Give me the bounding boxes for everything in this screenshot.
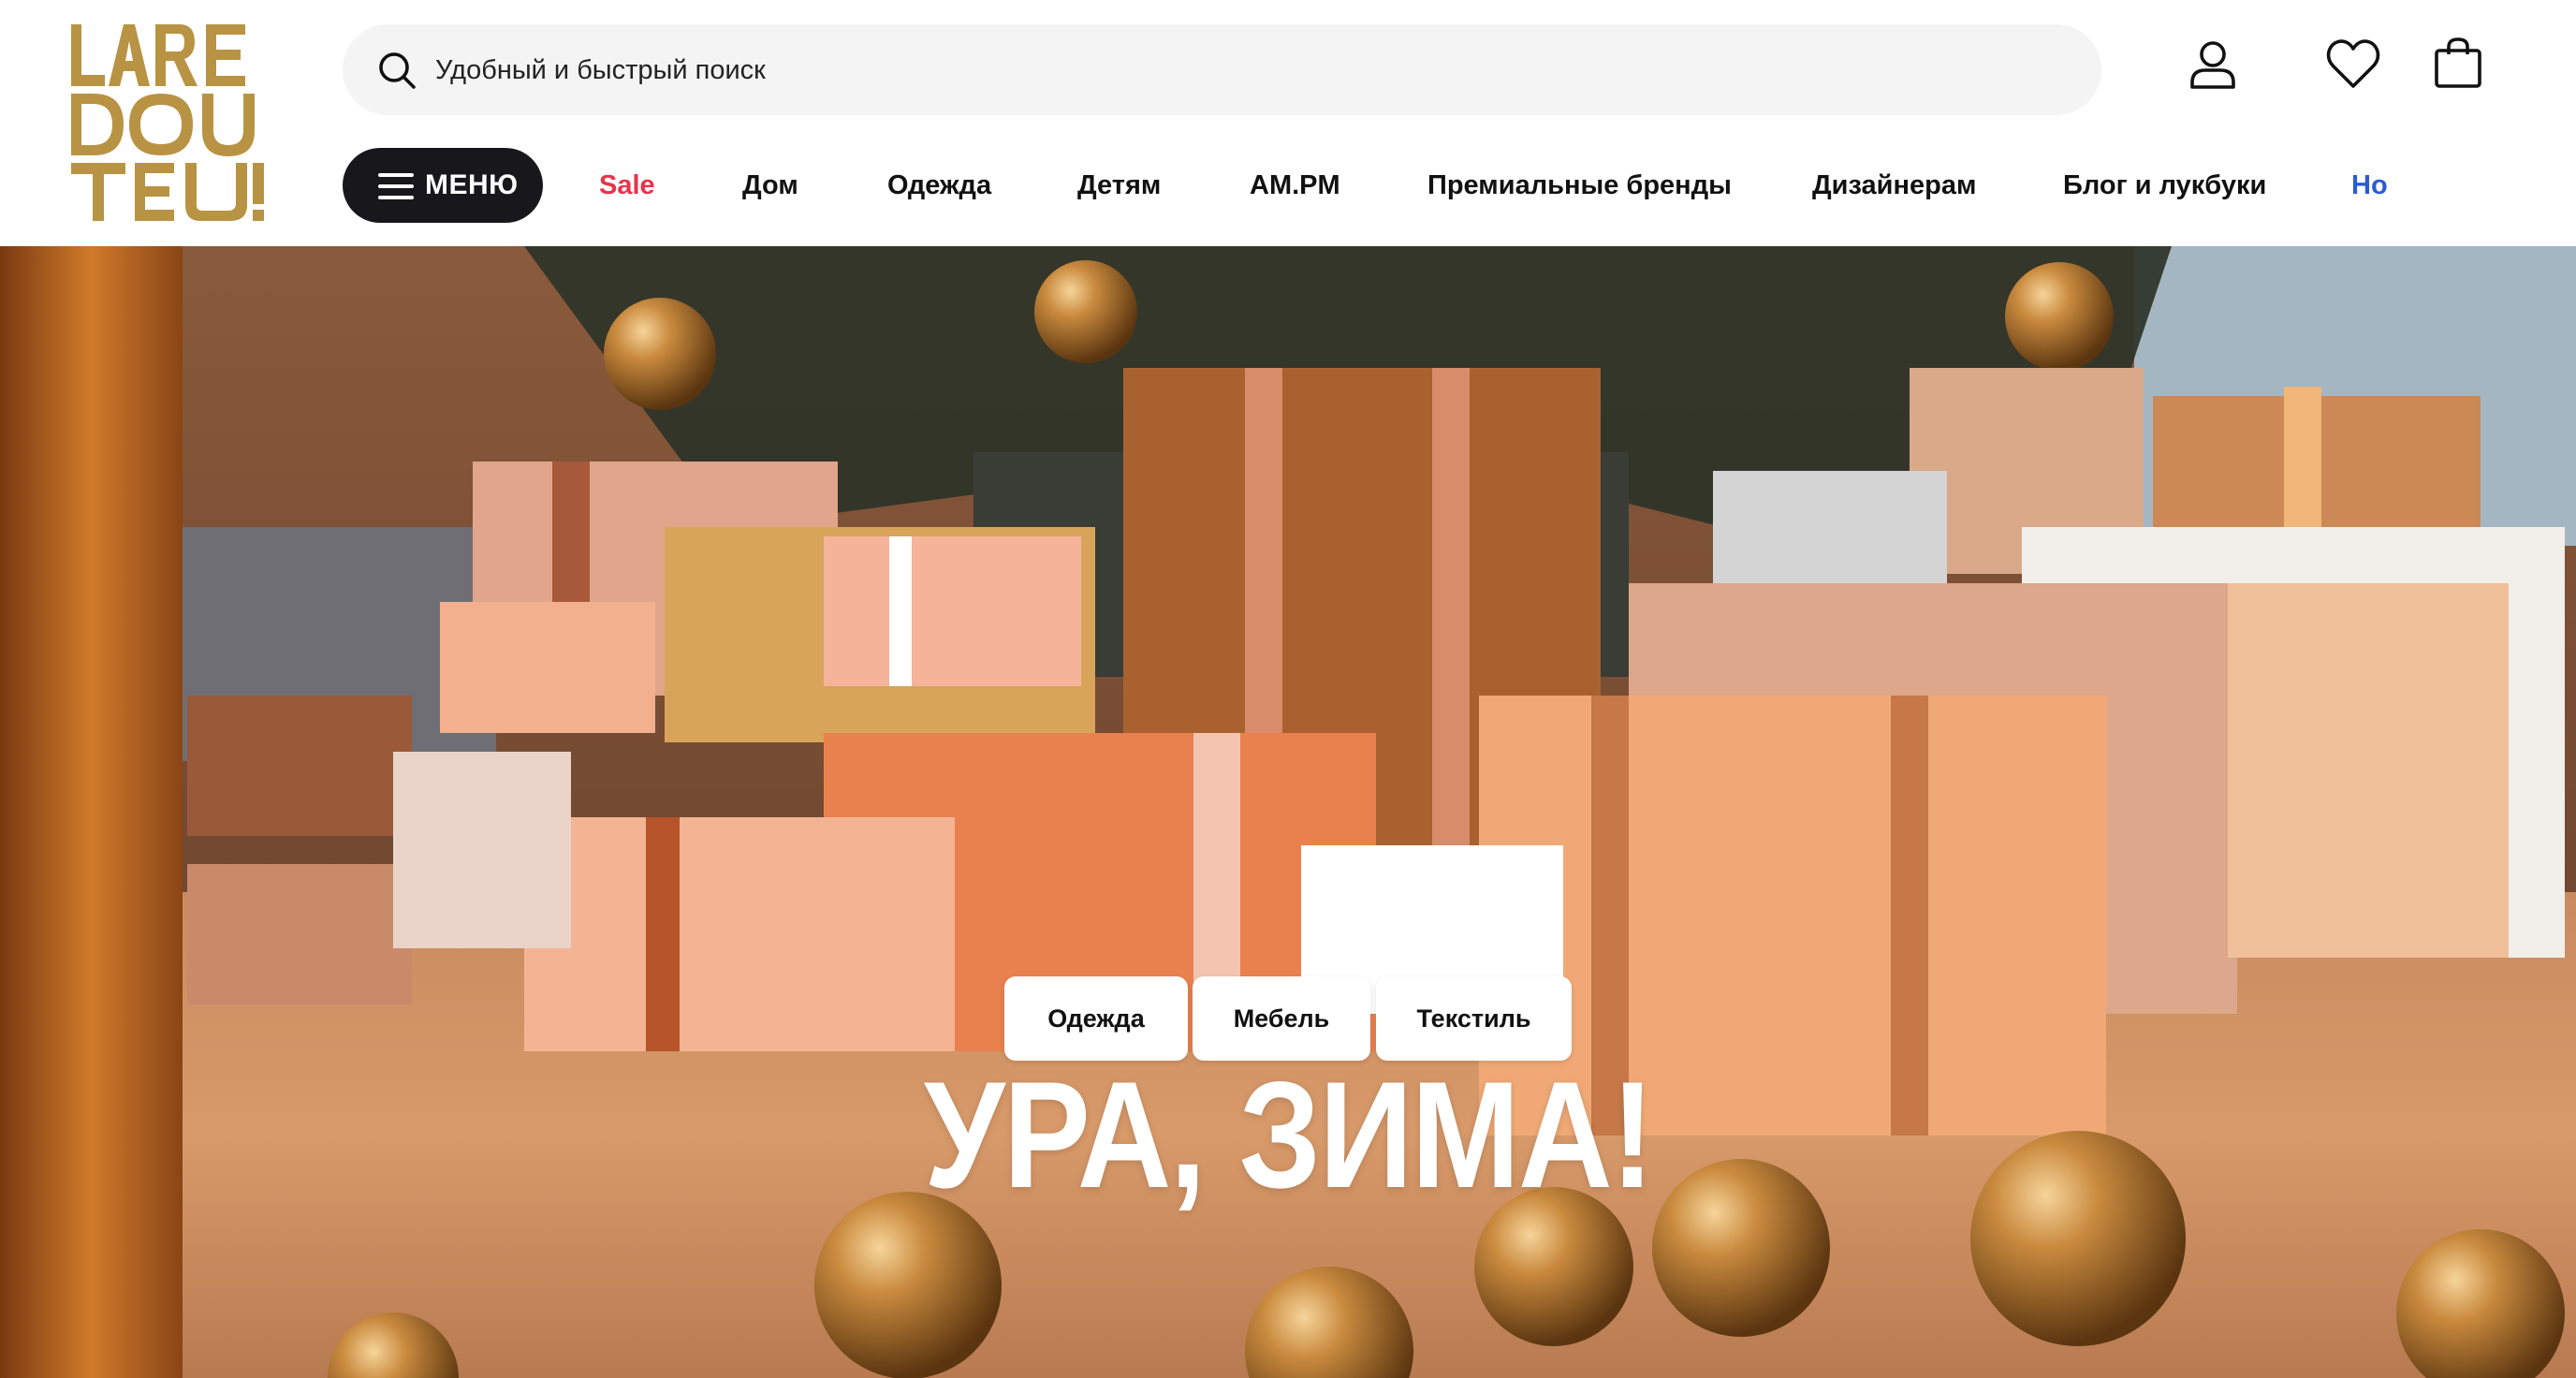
heart-icon[interactable]: [2325, 36, 2381, 92]
nav-item-clothing[interactable]: Одежда: [887, 167, 991, 204]
site-header: Удобный и быстрый поиск МЕНЮ Sale Дом Од…: [0, 0, 2576, 246]
hero-button-furniture[interactable]: Мебель: [1193, 976, 1370, 1061]
nav-item-blog-lookbooks[interactable]: Блог и лукбуки: [2063, 167, 2266, 204]
hero-banner[interactable]: УРА, ЗИМА! Одежда Мебель Текстиль: [0, 246, 2576, 1378]
nav-item-kids[interactable]: Детям: [1077, 167, 1161, 204]
menu-label: МЕНЮ: [425, 169, 519, 200]
nav-item-sale[interactable]: Sale: [599, 167, 655, 204]
nav-item-ampm[interactable]: AM.PM: [1250, 167, 1340, 204]
nav-item-home[interactable]: Дом: [742, 167, 798, 204]
account-icon[interactable]: [2185, 36, 2241, 92]
nav-item-premium-brands[interactable]: Премиальные бренды: [1427, 167, 1732, 204]
hamburger-icon: [378, 173, 414, 199]
page: Удобный и быстрый поиск МЕНЮ Sale Дом Од…: [0, 0, 2576, 1378]
menu-button[interactable]: МЕНЮ: [343, 148, 543, 223]
hero-button-textile[interactable]: Текстиль: [1376, 976, 1572, 1061]
nav-item-designers[interactable]: Дизайнерам: [1812, 167, 1976, 204]
search-icon[interactable]: [376, 50, 417, 91]
search-placeholder[interactable]: Удобный и быстрый поиск: [435, 51, 766, 89]
search-bar[interactable]: Удобный и быстрый поиск: [343, 24, 2101, 115]
hero-headline: УРА, ЗИМА!: [923, 1050, 1654, 1220]
hero-button-clothing[interactable]: Одежда: [1004, 976, 1188, 1061]
brand-logo[interactable]: [69, 21, 273, 221]
shopping-bag-icon[interactable]: [2430, 36, 2486, 92]
nav-item-new[interactable]: Но: [2351, 167, 2394, 204]
